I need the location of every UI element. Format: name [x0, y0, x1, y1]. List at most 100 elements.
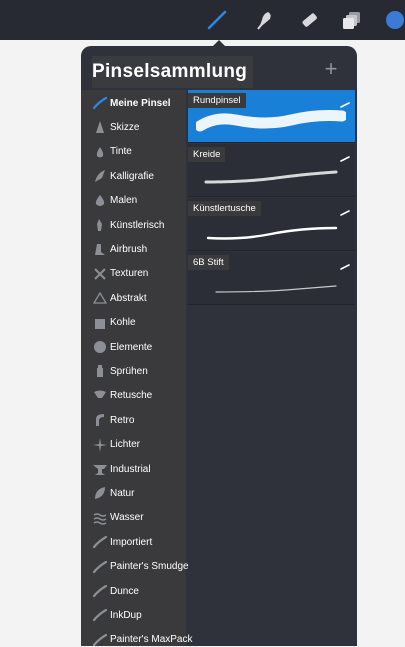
- smudge-tool[interactable]: [252, 8, 276, 32]
- brush-set-label: Industrial: [110, 463, 151, 475]
- brush-item[interactable]: Rundpinsel: [188, 90, 355, 143]
- brush-set-item[interactable]: InkDup: [81, 603, 186, 627]
- brush-set-item[interactable]: Airbrush: [81, 237, 186, 261]
- smudge-icon: [257, 12, 271, 30]
- brush-stroke-icon: [340, 203, 350, 221]
- brush-tool[interactable]: [205, 8, 229, 32]
- brush-name: Kreide: [188, 147, 226, 162]
- brush-set-label: Dunce: [110, 585, 139, 597]
- brush-set-label: Retusche: [110, 390, 153, 402]
- brush-set-item[interactable]: Texturen: [81, 262, 186, 286]
- brush-set-item[interactable]: Natur: [81, 481, 186, 505]
- brush-set-item[interactable]: Painter's MaxPack: [81, 628, 193, 646]
- brush-stroke-preview: [196, 266, 346, 307]
- charcoal-icon: [93, 316, 107, 330]
- brush-set-label: InkDup: [110, 609, 142, 621]
- spray-can-icon: [93, 364, 107, 378]
- eraser-icon: [302, 13, 317, 27]
- brush-name: Künstlertusche: [188, 201, 261, 216]
- brush-stroke-icon: [93, 96, 107, 110]
- brush-set-label: Künstlerisch: [110, 219, 165, 231]
- sparkle-icon: [93, 437, 107, 452]
- retouch-icon: [93, 389, 107, 403]
- brush-list: Rundpinsel Kreide Künstlertusche 6B Stift: [188, 90, 357, 646]
- brush-set-item[interactable]: Künstlerisch: [81, 213, 186, 237]
- brush-set-label: Sprühen: [110, 365, 148, 377]
- brush-set-label: Natur: [110, 487, 135, 499]
- brush-set-item[interactable]: Sprühen: [81, 359, 186, 383]
- brush-set-item[interactable]: Kohle: [81, 311, 186, 335]
- brush-set-label: Kalligrafie: [110, 170, 154, 182]
- brush-set-item[interactable]: Meine Pinsel: [81, 91, 186, 115]
- brush-set-label: Painter's MaxPack: [110, 634, 193, 646]
- brush-set-item[interactable]: Retro: [81, 408, 186, 432]
- brush-set-label: Texturen: [110, 268, 149, 280]
- brush-name: 6B Stift: [188, 255, 229, 270]
- brush-stroke-preview: [196, 158, 346, 199]
- triangle-icon: [93, 291, 107, 305]
- brush-set-label: Wasser: [110, 512, 144, 524]
- brush-stroke-icon: [93, 560, 107, 574]
- brush-set-item[interactable]: Skizze: [81, 115, 186, 139]
- brush-set-label: Airbrush: [110, 243, 148, 255]
- add-brush-set-button[interactable]: +: [319, 58, 343, 82]
- eraser-tool[interactable]: [297, 8, 321, 32]
- brush-item[interactable]: 6B Stift: [188, 252, 355, 305]
- brush-stroke-preview: [194, 104, 348, 145]
- brush-set-item[interactable]: Wasser: [81, 506, 186, 530]
- brush-set-item[interactable]: Industrial: [81, 457, 186, 481]
- brush-set-item[interactable]: Kalligrafie: [81, 164, 186, 188]
- brush-set-label: Importiert: [110, 536, 153, 548]
- brush-set-item[interactable]: Elemente: [81, 335, 186, 359]
- brush-name: Rundpinsel: [188, 93, 246, 108]
- leaf-icon: [93, 486, 107, 500]
- brush-set-label: Tinte: [110, 146, 132, 158]
- top-toolbar: [0, 0, 405, 40]
- brush-library-panel: Pinselsammlung + Meine Pinsel Skizze Tinte…: [81, 46, 357, 646]
- brush-set-item[interactable]: Importiert: [81, 530, 186, 554]
- color-tool[interactable]: [383, 8, 405, 32]
- brush-stroke-icon: [340, 95, 350, 113]
- brush-set-item[interactable]: Dunce: [81, 579, 186, 603]
- calligraphy-icon: [93, 169, 107, 183]
- brush-item[interactable]: Kreide: [188, 144, 355, 197]
- pencil-icon: [93, 120, 107, 134]
- brush-stroke-icon: [93, 535, 107, 549]
- brush-set-item[interactable]: Painter's Smudge: [81, 555, 189, 579]
- brush-set-item[interactable]: Retusche: [81, 384, 186, 408]
- globe-icon: [93, 340, 107, 354]
- brush-item[interactable]: Künstlertusche: [188, 198, 355, 251]
- brush-stroke-icon: [93, 633, 107, 646]
- brush-stroke-preview: [196, 212, 346, 253]
- brush-set-item[interactable]: Malen: [81, 189, 186, 213]
- brush-stroke-icon: [340, 149, 350, 167]
- layers-icon: [343, 12, 360, 29]
- brush-set-item[interactable]: Tinte: [81, 140, 186, 164]
- brush-set-label: Abstrakt: [110, 292, 147, 304]
- brush-icon: [207, 10, 227, 30]
- brush-set-label: Retro: [110, 414, 135, 426]
- brush-set-list: Meine Pinsel Skizze Tinte Kalligrafie Malen K…: [81, 90, 193, 646]
- artistic-icon: [93, 218, 107, 232]
- ink-drop-icon: [93, 145, 107, 159]
- paint-drop-icon: [93, 194, 107, 208]
- brush-stroke-icon: [93, 584, 107, 598]
- brush-set-label: Kohle: [110, 317, 136, 329]
- texture-icon: [93, 267, 107, 281]
- brush-stroke-icon: [93, 608, 107, 622]
- brush-set-label: Meine Pinsel: [110, 97, 171, 109]
- brush-set-item[interactable]: Abstrakt: [81, 286, 186, 310]
- airbrush-icon: [93, 242, 107, 256]
- brush-set-label: Lichter: [110, 439, 141, 451]
- retro-icon: [93, 413, 107, 427]
- panel-title: Pinselsammlung: [92, 56, 254, 88]
- color-swatch-icon: [386, 11, 404, 29]
- brush-set-item[interactable]: Lichter: [81, 433, 186, 457]
- brush-set-label: Elemente: [110, 341, 153, 353]
- anvil-icon: [93, 462, 107, 476]
- brush-set-label: Painter's Smudge: [110, 561, 189, 573]
- waves-icon: [93, 511, 107, 525]
- brush-set-label: Skizze: [110, 121, 140, 133]
- layers-tool[interactable]: [340, 8, 364, 32]
- brush-set-label: Malen: [110, 195, 138, 207]
